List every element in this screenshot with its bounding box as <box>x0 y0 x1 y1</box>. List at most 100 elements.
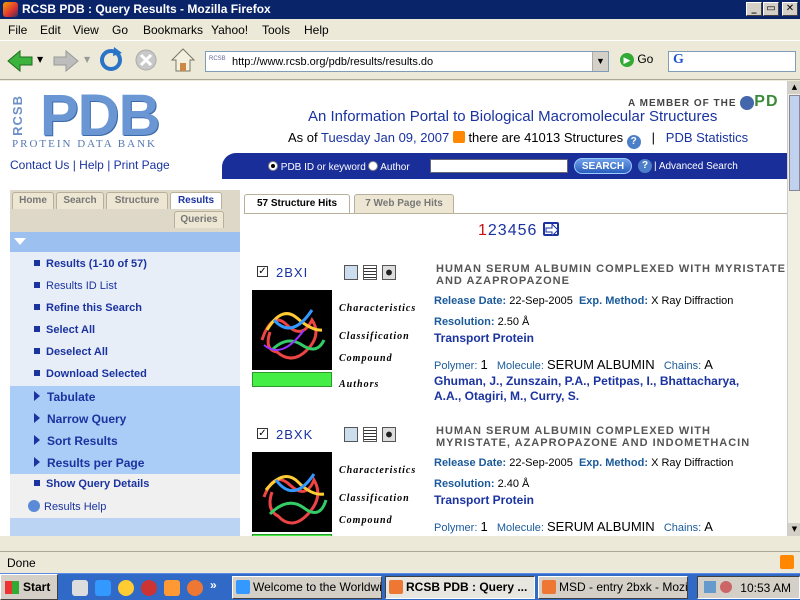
sidebar-item-results-per-page[interactable]: Results per Page <box>34 456 144 470</box>
scroll-down-arrow-icon[interactable]: ▼ <box>788 523 800 536</box>
task-msd-entry[interactable]: MSD - entry 2bxk - Mozil... <box>538 576 688 599</box>
reload-icon[interactable] <box>98 47 124 73</box>
search-button[interactable]: SEARCH <box>574 158 632 174</box>
go-button[interactable]: ▶ Go <box>620 52 653 67</box>
sidebar-item-narrow-query[interactable]: Narrow Query <box>34 412 126 426</box>
bullet-icon <box>34 260 40 266</box>
edit-icon[interactable] <box>72 580 88 596</box>
sidebar-item-deselect-all[interactable]: Deselect All <box>34 346 108 358</box>
task-welcome[interactable]: Welcome to the Worldwi... <box>232 576 382 599</box>
clock[interactable]: 10:53 AM <box>740 581 791 595</box>
menu-file[interactable]: File <box>8 23 27 37</box>
print-page-link[interactable]: Print Page <box>114 158 170 172</box>
document-icon[interactable] <box>363 427 377 442</box>
eye-icon[interactable] <box>382 265 396 280</box>
search-engine-box[interactable]: G <box>668 51 796 72</box>
maximize-button[interactable]: ▭ <box>763 2 779 16</box>
pdb-id-link[interactable]: 2BXI <box>276 265 308 280</box>
antivirus-icon[interactable] <box>720 581 732 593</box>
url-dropdown-icon[interactable]: ▼ <box>592 52 608 71</box>
app-icon[interactable] <box>164 580 180 596</box>
tab-web-page-hits[interactable]: 7 Web Page Hits <box>354 194 454 213</box>
next-page-arrow-icon[interactable] <box>542 222 559 236</box>
menu-go[interactable]: Go <box>112 23 128 37</box>
live-bookmark-icon[interactable] <box>780 555 794 569</box>
sidebar-item-select-all[interactable]: Select All <box>34 324 95 336</box>
sidebar-item-download-selected[interactable]: Download Selected <box>34 368 147 380</box>
sidebar-header[interactable] <box>10 232 240 252</box>
sidebar-item-results-id-list[interactable]: Results ID List <box>34 280 117 292</box>
firefox-icon[interactable] <box>187 580 203 596</box>
tab-results[interactable]: Results <box>170 192 222 209</box>
stop-icon[interactable] <box>134 48 158 72</box>
home-icon[interactable] <box>170 47 196 73</box>
rss-icon[interactable] <box>452 131 465 143</box>
tab-home[interactable]: Home <box>12 192 54 209</box>
classification-link[interactable]: Transport Protein <box>434 493 534 507</box>
media-icon[interactable] <box>141 580 157 596</box>
help-link[interactable]: Help <box>79 158 104 172</box>
tab-structure[interactable]: Structure <box>106 192 168 209</box>
structure-view-icon[interactable] <box>344 265 358 280</box>
contact-us-link[interactable]: Contact Us <box>10 158 69 172</box>
structure-thumbnail[interactable] <box>252 290 332 370</box>
vertical-scrollbar[interactable]: ▲ ▼ <box>787 81 800 536</box>
menu-tools[interactable]: Tools <box>262 23 290 37</box>
page-links[interactable]: 23456 <box>488 222 538 239</box>
menu-bookmarks[interactable]: Bookmarks <box>143 23 203 37</box>
url-bar[interactable]: RCSB http://www.rcsb.org/pdb/results/res… <box>205 51 609 72</box>
select-checkbox[interactable]: ✓ <box>257 266 268 277</box>
structure-thumbnail[interactable] <box>252 452 332 532</box>
entry-title[interactable]: HUMAN SERUM ALBUMIN COMPLEXED WITH MYRIS… <box>436 425 750 449</box>
search-option-author[interactable]: Author <box>368 161 410 173</box>
sidebar-item-refine-search[interactable]: Refine this Search <box>34 302 142 314</box>
minimize-button[interactable]: _ <box>746 2 762 16</box>
tab-queries[interactable]: Queries <box>174 211 224 228</box>
search-help-icon[interactable]: ? <box>638 159 652 173</box>
advanced-search-link[interactable]: | Advanced Search <box>654 161 738 172</box>
messenger-icon[interactable] <box>118 580 134 596</box>
radio-selected-icon[interactable] <box>268 161 278 171</box>
start-button[interactable]: Start <box>0 574 58 600</box>
back-arrow-icon[interactable] <box>6 49 34 73</box>
pdb-logo[interactable]: PDB <box>40 87 160 145</box>
sidebar-item-results[interactable]: Results (1-10 of 57) <box>34 258 147 270</box>
scrollbar-thumb[interactable] <box>789 95 800 191</box>
browser-window: RCSB PDB : Query Results - Mozilla Firef… <box>0 0 800 600</box>
structure-view-icon[interactable] <box>344 427 358 442</box>
menu-view[interactable]: View <box>73 23 99 37</box>
tab-search[interactable]: Search <box>56 192 104 209</box>
forward-dropdown-icon[interactable]: ▼ <box>84 55 90 64</box>
collapse-triangle-icon[interactable] <box>14 238 26 245</box>
authors-list[interactable]: Ghuman, J., Zunszain, P.A., Petitpas, I.… <box>434 374 739 404</box>
menu-edit[interactable]: Edit <box>40 23 61 37</box>
classification-link[interactable]: Transport Protein <box>434 331 534 345</box>
menu-help[interactable]: Help <box>304 23 329 37</box>
entry-title[interactable]: HUMAN SERUM ALBUMIN COMPLEXED WITH MYRIS… <box>436 263 786 287</box>
sidebar-item-tabulate[interactable]: Tabulate <box>34 390 95 404</box>
close-button[interactable]: ✕ <box>782 2 798 16</box>
eye-icon[interactable] <box>382 427 396 442</box>
search-input[interactable] <box>430 159 568 173</box>
help-icon[interactable]: ? <box>626 135 641 149</box>
scroll-up-arrow-icon[interactable]: ▲ <box>788 81 800 94</box>
pdb-id-link[interactable]: 2BXK <box>276 427 313 442</box>
tab-structure-hits[interactable]: 57 Structure Hits <box>244 194 350 213</box>
title-bar[interactable]: RCSB PDB : Query Results - Mozilla Firef… <box>0 0 800 19</box>
sidebar-item-sort-results[interactable]: Sort Results <box>34 434 118 448</box>
select-checkbox[interactable]: ✓ <box>257 428 268 439</box>
document-icon[interactable] <box>363 265 377 280</box>
quicklaunch-more[interactable]: » <box>210 578 217 592</box>
url-input[interactable]: http://www.rcsb.org/pdb/results/results.… <box>232 56 433 68</box>
menu-yahoo[interactable]: Yahoo! <box>211 23 248 37</box>
network-icon[interactable] <box>704 581 716 593</box>
ie-icon[interactable] <box>95 580 111 596</box>
radio-unselected-icon[interactable] <box>368 161 378 171</box>
task-rcsb-pdb[interactable]: RCSB PDB : Query ... <box>385 576 535 599</box>
pdb-statistics-link[interactable]: PDB Statistics <box>666 130 748 145</box>
forward-arrow-icon[interactable] <box>52 49 80 73</box>
sidebar-item-show-query-details[interactable]: Show Query Details <box>34 478 149 490</box>
sidebar-item-results-help[interactable]: Results Help <box>28 500 106 513</box>
search-option-id[interactable]: PDB ID or keyword <box>268 161 366 173</box>
back-dropdown-icon[interactable]: ▼ <box>37 55 43 64</box>
